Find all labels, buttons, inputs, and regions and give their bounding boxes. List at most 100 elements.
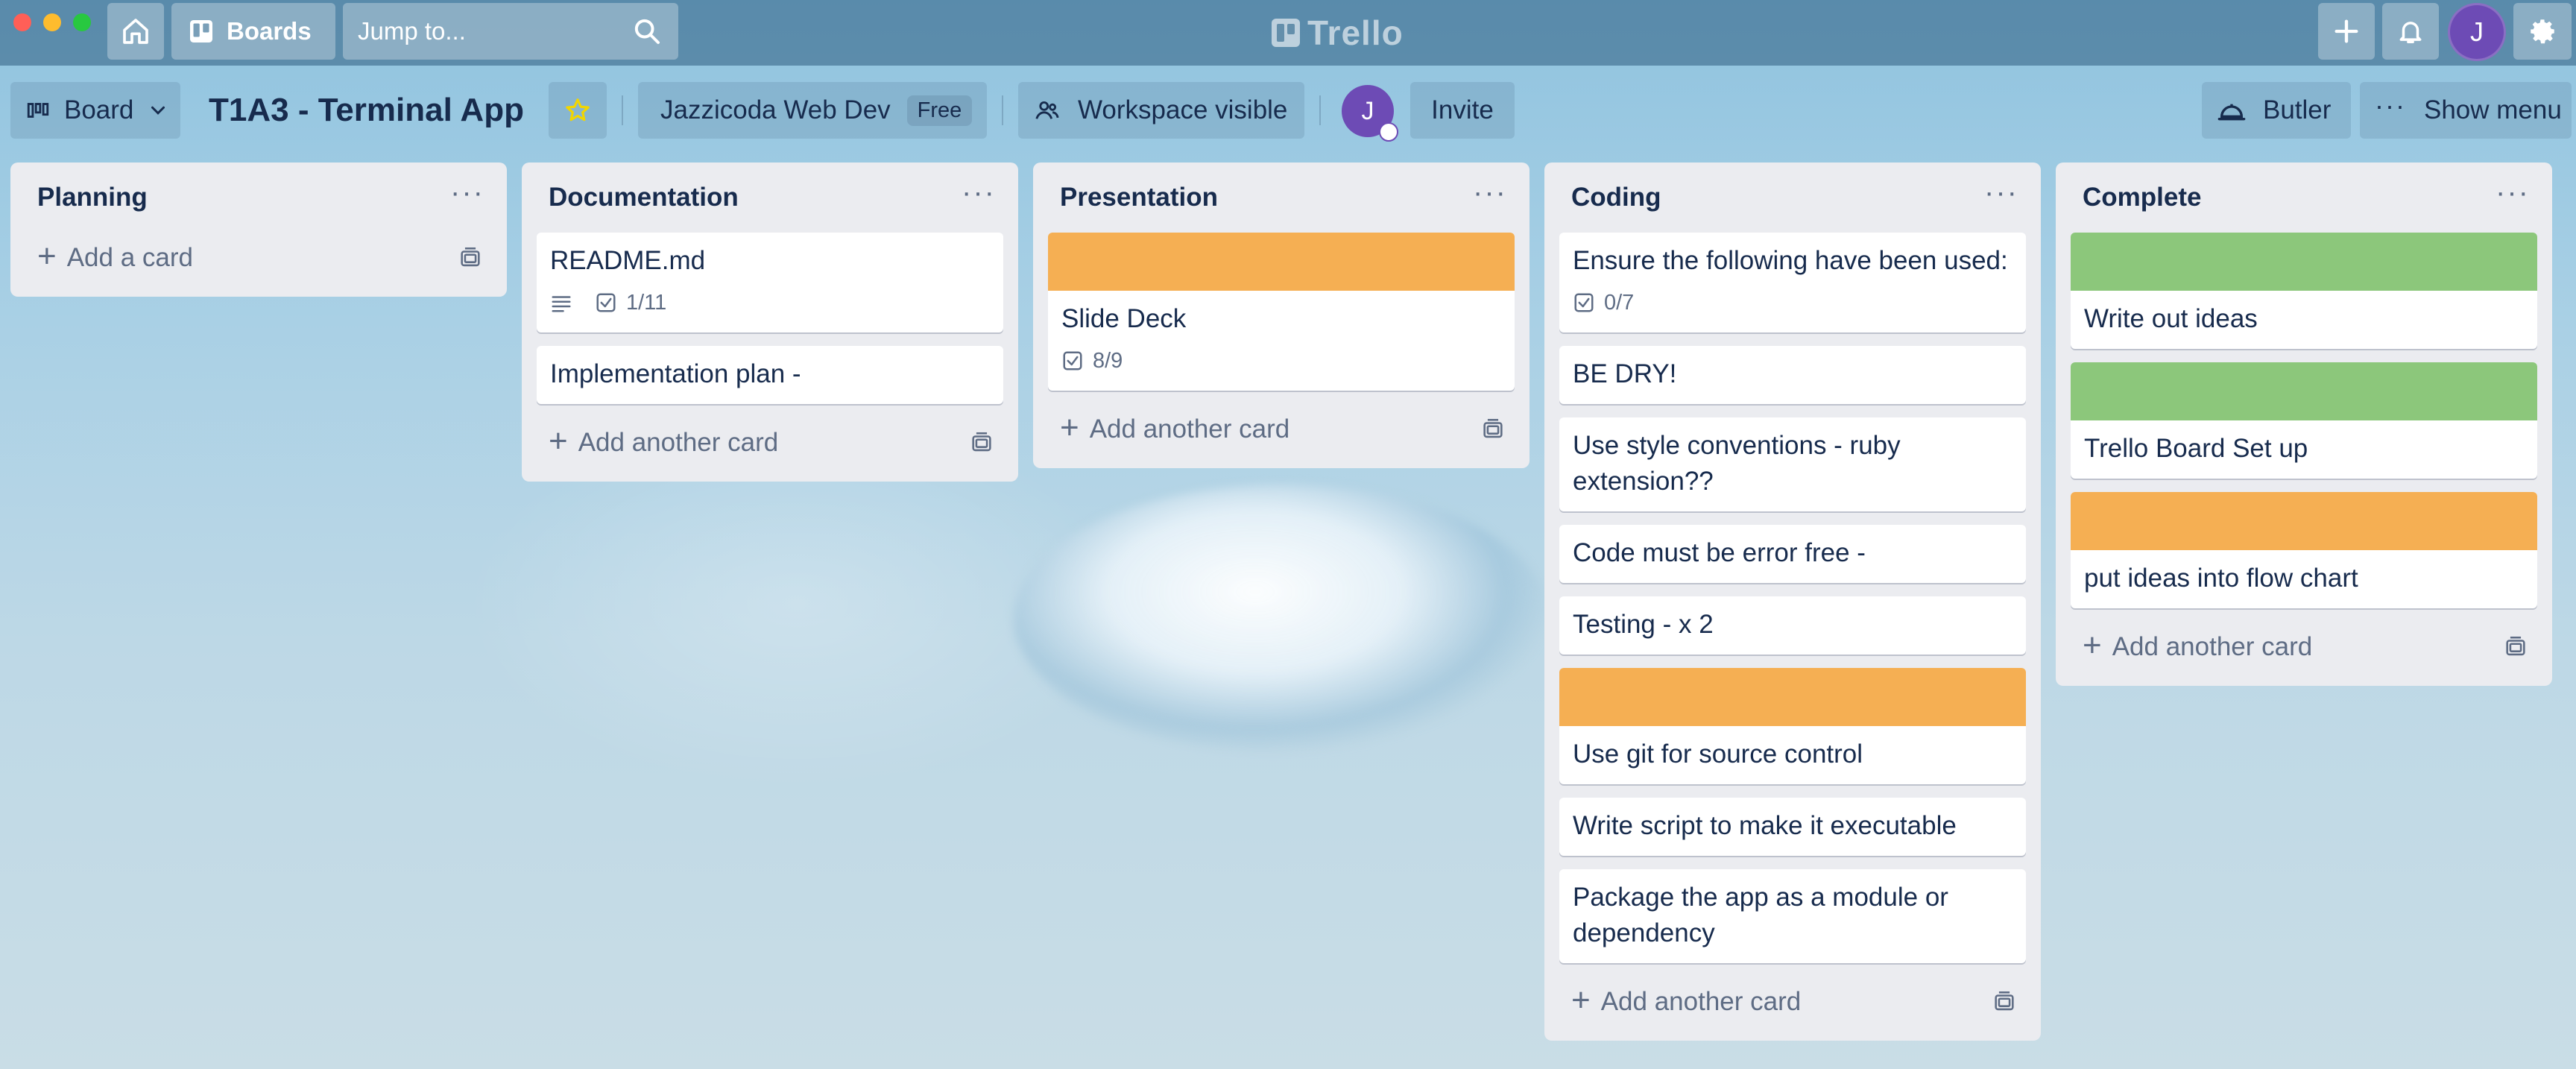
trello-logo[interactable]: Trello [1272, 10, 1404, 55]
workspace-button[interactable]: Jazzicoda Web Dev Free [638, 82, 987, 139]
board-view-label: Board [64, 95, 134, 124]
card-template-icon[interactable] [1992, 989, 2017, 1015]
add-card-button[interactable]: + Add another card [2083, 627, 2312, 663]
checklist-icon [595, 291, 617, 314]
card[interactable]: Write out ideas [2071, 233, 2537, 349]
plus-icon: + [1060, 409, 1079, 446]
star-icon [566, 98, 590, 122]
card-cover-label [1048, 233, 1515, 291]
card[interactable]: Ensure the following have been used: 0/7 [1559, 233, 2026, 332]
add-card-row: + Add another card [537, 417, 1003, 468]
search-placeholder: Jump to... [358, 17, 466, 45]
card-body: README.md 1/11 [537, 233, 1003, 332]
card-body: Use git for source control [1559, 726, 2026, 784]
window-close-button[interactable] [13, 13, 31, 31]
card[interactable]: Implementation plan - [537, 346, 1003, 404]
plus-icon: + [2083, 627, 2102, 663]
card[interactable]: Use git for source control [1559, 668, 2026, 784]
home-button[interactable] [107, 3, 164, 60]
card[interactable]: Slide Deck 8/9 [1048, 233, 1515, 391]
card-body: Use style conventions - ruby extension?? [1559, 417, 2026, 511]
card-body: Trello Board Set up [2071, 420, 2537, 479]
show-menu-button[interactable]: ··· Show menu [2360, 82, 2572, 139]
checklist-icon [1573, 291, 1595, 314]
more-dots-icon: ··· [2375, 90, 2406, 121]
card[interactable]: Use style conventions - ruby extension?? [1559, 417, 2026, 511]
invite-button[interactable]: Invite [1410, 82, 1515, 139]
card-template-icon[interactable] [2503, 634, 2528, 660]
card[interactable]: README.md 1/11 [537, 233, 1003, 332]
card-title: Implementation plan - [550, 359, 801, 388]
star-board-button[interactable] [549, 82, 607, 139]
board-title[interactable]: T1A3 - Terminal App [209, 88, 524, 133]
list-title[interactable]: Complete [2083, 183, 2201, 212]
card[interactable]: Code must be error free - [1559, 525, 2026, 583]
checklist-count: 0/7 [1604, 291, 1635, 315]
add-card-row: + Add a card [25, 233, 492, 283]
plus-icon [2334, 19, 2358, 43]
header-divider [1319, 95, 1321, 125]
add-card-button[interactable]: + Add another card [1060, 409, 1290, 446]
board-member-avatar[interactable]: J [1342, 85, 1398, 142]
list-menu-dots-icon[interactable]: ··· [2496, 176, 2537, 209]
visibility-button[interactable]: Workspace visible [1018, 82, 1304, 139]
admin-badge-icon [1379, 122, 1398, 142]
board-view-switcher[interactable]: Board [10, 82, 180, 139]
card[interactable]: put ideas into flow chart [2071, 492, 2537, 608]
list-documentation: Documentation ··· README.md 1/11 Implementat… [522, 163, 1018, 482]
list-title[interactable]: Documentation [549, 183, 739, 212]
card-template-icon[interactable] [969, 430, 994, 455]
butler-button[interactable]: Butler [2202, 82, 2351, 139]
add-card-button[interactable]: + Add another card [1571, 984, 1801, 1017]
card-template-icon[interactable] [458, 245, 483, 271]
list-menu-dots-icon[interactable]: ··· [1984, 176, 2026, 209]
card[interactable]: Trello Board Set up [2071, 362, 2537, 479]
card-title: Write script to make it executable [1573, 811, 1957, 840]
plus-icon: + [37, 238, 57, 274]
gear-icon [2531, 19, 2554, 44]
card-badges: 0/7 [1573, 285, 2012, 321]
add-card-label: Add another card [1089, 414, 1290, 444]
card-badges: 1/11 [550, 285, 990, 321]
card[interactable]: Write script to make it executable [1559, 798, 2026, 856]
card-title: Testing - x 2 [1573, 610, 1714, 639]
list-header: Presentation ··· [1048, 163, 1515, 233]
add-card-button[interactable]: + Add a card [37, 238, 193, 274]
user-avatar-initial: J [2470, 16, 2484, 47]
window-minimize-button[interactable] [43, 13, 61, 31]
add-card-label: Add another card [578, 428, 779, 457]
settings-button[interactable] [2513, 3, 2572, 60]
list-menu-dots-icon[interactable]: ··· [1473, 176, 1515, 209]
background-cloud [1014, 485, 1550, 753]
list-planning: Planning ··· + Add a card [10, 163, 507, 297]
user-avatar[interactable]: J [2448, 3, 2506, 61]
list-menu-dots-icon[interactable]: ··· [962, 176, 1003, 209]
card[interactable]: Testing - x 2 [1559, 596, 2026, 655]
workspace-name: Jazzicoda Web Dev [660, 95, 891, 124]
card-body: BE DRY! [1559, 346, 2026, 404]
card[interactable]: BE DRY! [1559, 346, 2026, 404]
list-menu-dots-icon[interactable]: ··· [450, 176, 492, 209]
notifications-button[interactable] [2382, 3, 2439, 60]
list-coding: Coding ··· Ensure the following have been … [1544, 163, 2041, 1041]
card-template-icon[interactable] [1480, 417, 1506, 442]
card[interactable]: Package the app as a module or dependenc… [1559, 869, 2026, 963]
boards-button[interactable]: Boards [171, 3, 335, 60]
checklist-badge: 1/11 [595, 285, 666, 321]
add-card-button[interactable]: + Add another card [549, 425, 779, 458]
window-zoom-button[interactable] [73, 13, 91, 31]
card-body: Ensure the following have been used: 0/7 [1559, 233, 2026, 332]
card-title: Use git for source control [1573, 740, 1863, 769]
search-icon [632, 16, 662, 46]
add-card-label: Add a card [66, 243, 193, 272]
list-title[interactable]: Presentation [1060, 183, 1218, 212]
list-header: Documentation ··· [537, 163, 1003, 233]
list-title[interactable]: Coding [1571, 183, 1661, 212]
bell-icon [2399, 22, 2422, 43]
checklist-badge: 8/9 [1061, 343, 1123, 379]
card-body: Testing - x 2 [1559, 596, 2026, 655]
jump-to-search-input[interactable]: Jump to... [343, 3, 678, 60]
list-title[interactable]: Planning [37, 183, 148, 212]
visibility-label: Workspace visible [1078, 95, 1288, 124]
create-button[interactable] [2318, 3, 2375, 60]
